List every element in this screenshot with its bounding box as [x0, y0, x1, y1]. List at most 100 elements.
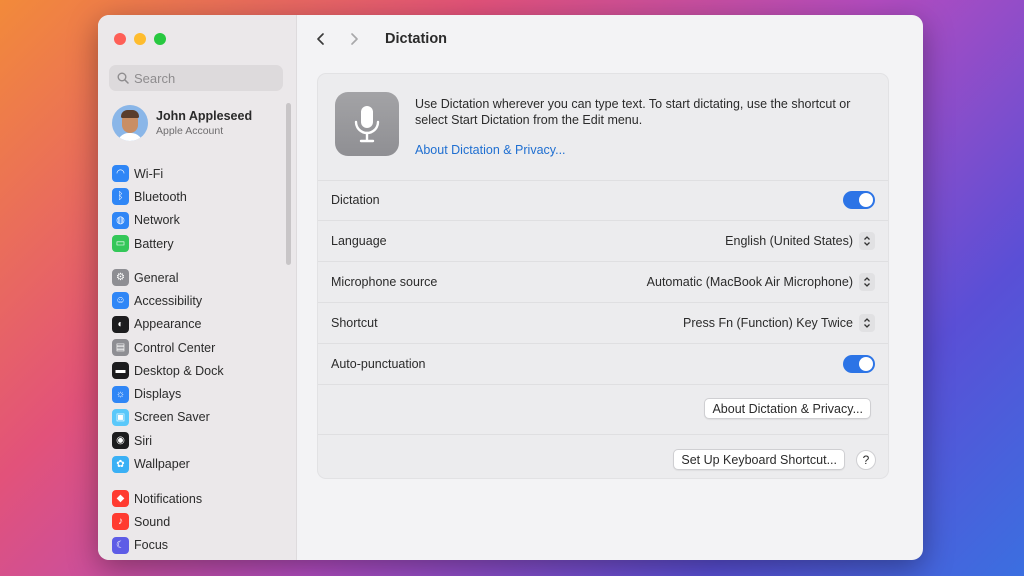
- dictation-panel: Use Dictation wherever you can type text…: [317, 73, 889, 479]
- bluetooth-icon: ᛒ: [112, 188, 129, 206]
- sidebar-item-label: Accessibility: [134, 293, 203, 308]
- sidebar-item-label: Desktop & Dock: [134, 363, 224, 378]
- sidebar-item-label: Displays: [134, 387, 182, 402]
- language-label: Language: [331, 234, 387, 248]
- avatar: [112, 105, 148, 141]
- sidebar-item-focus[interactable]: ☾ Focus: [112, 534, 292, 557]
- sidebar-item-notifications[interactable]: ◆ Notifications: [112, 487, 292, 510]
- sidebar-group: ◠ Wi-Fi ᛒ Bluetooth ◍ Network ▭ Battery: [112, 162, 292, 255]
- sidebar-item-siri[interactable]: ◉ Siri: [112, 429, 292, 452]
- sidebar-item-label: Wallpaper: [134, 457, 190, 472]
- page-title: Dictation: [385, 31, 448, 47]
- globe-icon: ◍: [112, 211, 129, 229]
- shortcut-label: Shortcut: [331, 316, 378, 330]
- dock-icon: ▬: [112, 362, 129, 380]
- microphone-value: Automatic (MacBook Air Microphone): [646, 275, 853, 289]
- sidebar-item-label: Screen Saver: [134, 410, 210, 425]
- search-input[interactable]: Search: [109, 65, 283, 91]
- chevron-updown-icon: [859, 273, 875, 291]
- autopunctuation-row: Auto-punctuation: [318, 344, 888, 385]
- battery-icon: ▭: [112, 235, 129, 253]
- about-privacy-button[interactable]: About Dictation & Privacy...: [704, 398, 871, 419]
- about-dictation-link[interactable]: About Dictation & Privacy...: [415, 143, 566, 157]
- toolbar: Dictation: [297, 15, 923, 63]
- sidebar-item-displays[interactable]: ☼ Displays: [112, 382, 292, 405]
- keyboard-shortcut-button[interactable]: Set Up Keyboard Shortcut...: [673, 449, 845, 470]
- gear-icon: ⚙: [112, 269, 129, 287]
- wifi-icon: ◠: [112, 165, 129, 183]
- dictation-toggle[interactable]: [843, 191, 875, 209]
- chevron-left-icon: [317, 33, 324, 45]
- autopunctuation-toggle[interactable]: [843, 355, 875, 373]
- sidebar-item-label: Wi-Fi: [134, 166, 164, 181]
- sidebar-item-label: Control Center: [134, 340, 216, 355]
- sidebar-item-control-center[interactable]: ▤ Control Center: [112, 336, 292, 359]
- search-icon: [117, 72, 129, 84]
- sidebar-group: ◆ Notifications ♪ Sound ☾ Focus: [112, 487, 292, 557]
- sidebar-item-label: Focus: [134, 538, 169, 553]
- sidebar-item-desktop-dock[interactable]: ▬ Desktop & Dock: [112, 359, 292, 382]
- sidebar-item-network[interactable]: ◍ Network: [112, 209, 292, 232]
- sidebar-item-accessibility[interactable]: ☺ Accessibility: [112, 289, 292, 312]
- speaker-icon: ♪: [112, 513, 129, 531]
- sidebar-item-label: Notifications: [134, 491, 203, 506]
- sidebar-group: ⚙ General ☺ Accessibility ◐ Appearance ▤ Contro…: [112, 266, 292, 476]
- search-placeholder: Search: [134, 70, 176, 86]
- shortcut-row: Shortcut Press Fn (Function) Key Twice: [318, 303, 888, 344]
- sun-icon: ☼: [112, 385, 129, 403]
- dictation-header: Use Dictation wherever you can type text…: [318, 74, 888, 181]
- microphone-label: Microphone source: [331, 275, 438, 289]
- close-button[interactable]: [114, 33, 126, 45]
- sidebar-item-label: Siri: [134, 433, 153, 448]
- chevron-updown-icon: [859, 232, 875, 250]
- autopunctuation-label: Auto-punctuation: [331, 357, 426, 371]
- flower-icon: ✿: [112, 455, 129, 473]
- dictation-row: Dictation: [318, 180, 888, 221]
- sidebar-item-bluetooth[interactable]: ᛒ Bluetooth: [112, 185, 292, 208]
- sidebar-item-general[interactable]: ⚙ General: [112, 266, 292, 289]
- zoom-button[interactable]: [154, 33, 166, 45]
- sidebar-item-wallpaper[interactable]: ✿ Wallpaper: [112, 452, 292, 475]
- sidebar-item-battery[interactable]: ▭ Battery: [112, 232, 292, 255]
- shortcut-select[interactable]: Press Fn (Function) Key Twice: [683, 314, 875, 332]
- sidebar-item-label: Sound: [134, 514, 171, 529]
- sidebar-item-label: Network: [134, 213, 180, 228]
- sidebar-item-label: Battery: [134, 236, 174, 251]
- bell-icon: ◆: [112, 490, 129, 508]
- window-controls: [114, 33, 166, 45]
- account-name: John Appleseed: [156, 109, 253, 123]
- microphone-select[interactable]: Automatic (MacBook Air Microphone): [647, 273, 875, 291]
- shortcut-value: Press Fn (Function) Key Twice: [683, 316, 853, 330]
- back-button[interactable]: [312, 30, 330, 48]
- content-pane: Dictation Use Dictation wherever you can…: [297, 15, 923, 560]
- account-item[interactable]: John Appleseed Apple Account: [112, 105, 252, 141]
- sidebar-item-label: Bluetooth: [134, 189, 187, 204]
- microphone-icon: [335, 92, 399, 156]
- sidebar-item-sound[interactable]: ♪ Sound: [112, 510, 292, 533]
- sidebar: Search John Appleseed Apple Account ◠ Wi-…: [98, 15, 297, 560]
- language-value: English (United States): [725, 234, 853, 248]
- microphone-row: Microphone source Automatic (MacBook Air…: [318, 262, 888, 303]
- sidebar-item-screen-saver[interactable]: ▣ Screen Saver: [112, 406, 292, 429]
- moon-icon: ☾: [112, 536, 129, 554]
- help-button[interactable]: ?: [856, 450, 876, 470]
- accessibility-icon: ☺: [112, 292, 129, 310]
- sidebar-item-label: General: [134, 270, 179, 285]
- sidebar-item-label: Appearance: [134, 317, 202, 332]
- language-row: Language English (United States): [318, 221, 888, 262]
- dictation-label: Dictation: [331, 193, 380, 207]
- account-subtitle: Apple Account: [156, 125, 224, 137]
- settings-window: Search John Appleseed Apple Account ◠ Wi-…: [98, 15, 923, 560]
- control-center-icon: ▤: [112, 339, 129, 357]
- dictation-description: Use Dictation wherever you can type text…: [415, 97, 851, 127]
- forward-button[interactable]: [345, 30, 363, 48]
- siri-icon: ◉: [112, 432, 129, 450]
- sidebar-item-appearance[interactable]: ◐ Appearance: [112, 313, 292, 336]
- chevron-right-icon: [351, 33, 358, 45]
- screen-saver-icon: ▣: [112, 408, 129, 426]
- language-select[interactable]: English (United States): [725, 232, 875, 250]
- minimize-button[interactable]: [134, 33, 146, 45]
- sidebar-item-wi-fi[interactable]: ◠ Wi-Fi: [112, 162, 292, 185]
- chevron-updown-icon: [859, 314, 875, 332]
- appearance-icon: ◐: [112, 315, 129, 333]
